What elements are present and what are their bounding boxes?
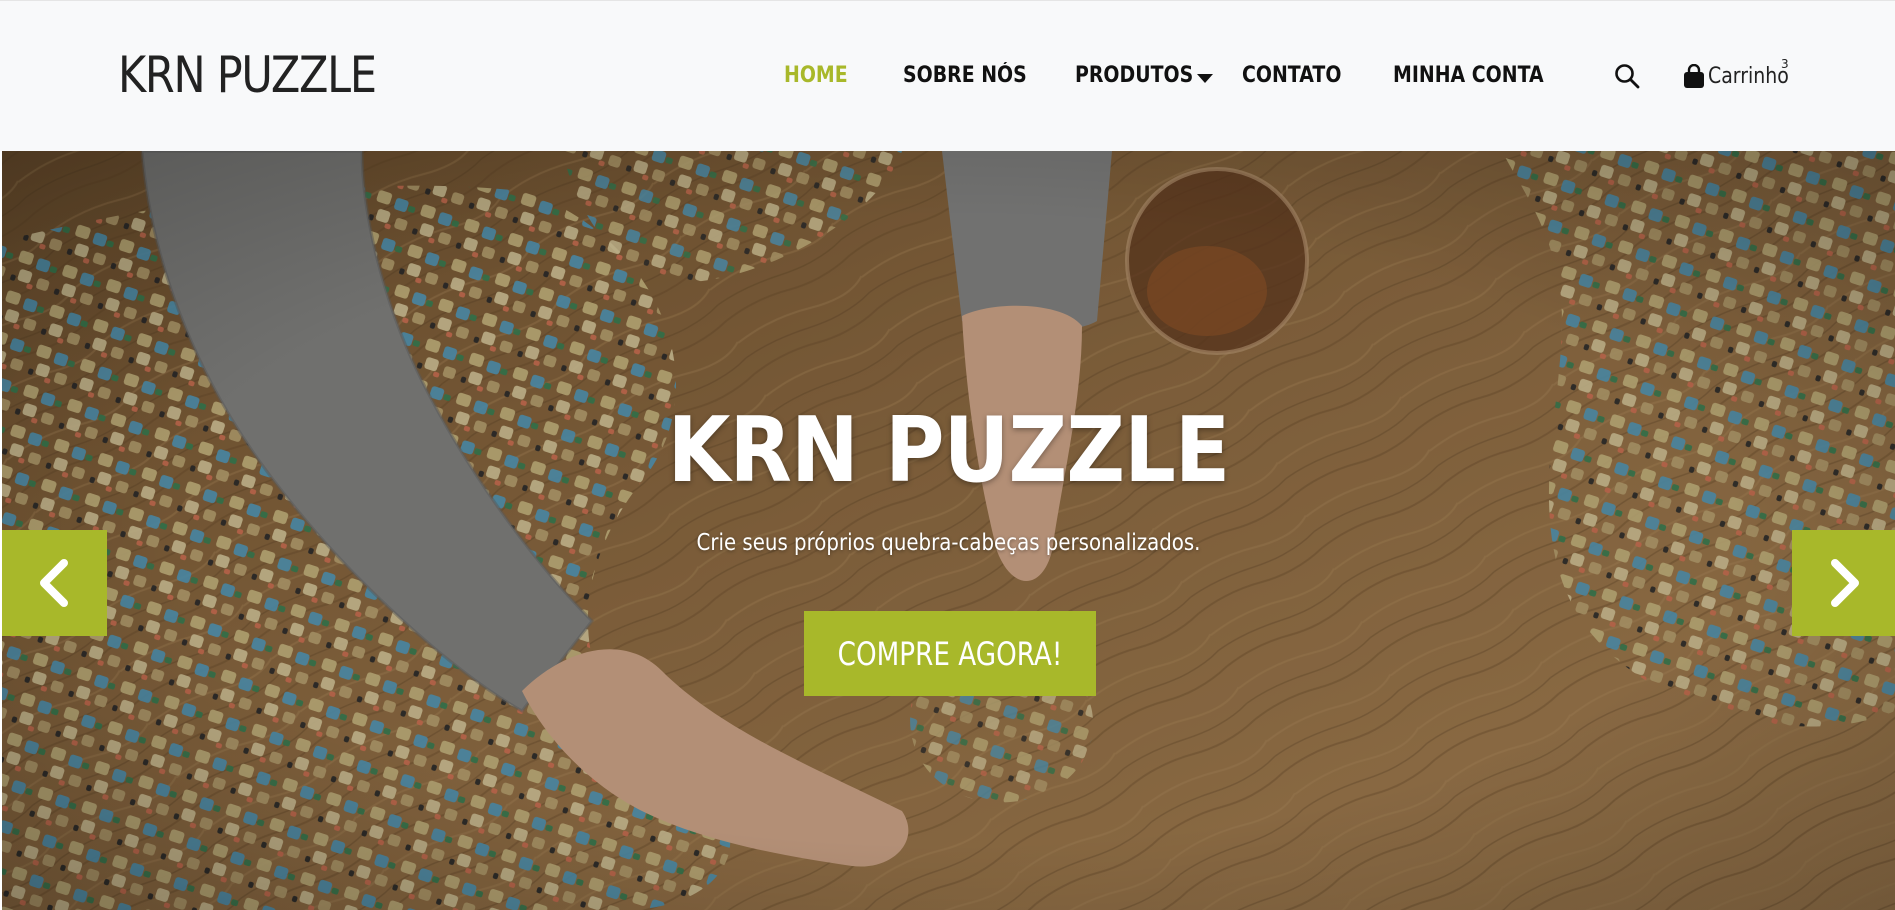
hero-slider: KRN PUZZLE Crie seus próprios quebra-cab… bbox=[2, 151, 1895, 910]
site-logo[interactable]: KRN PUZZLE bbox=[118, 46, 377, 104]
chevron-left-icon bbox=[40, 559, 68, 607]
nav-item-home[interactable]: HOME bbox=[784, 63, 848, 88]
nav-item-produtos[interactable]: PRODUTOS bbox=[1075, 63, 1193, 88]
search-icon[interactable] bbox=[1614, 63, 1640, 89]
slider-prev-button[interactable] bbox=[2, 530, 107, 636]
chevron-down-icon[interactable] bbox=[1197, 74, 1213, 83]
hero-subtitle: Crie seus próprios quebra-cabeças person… bbox=[696, 530, 1201, 556]
site-header: KRN PUZZLE HOME SOBRE NÓS PRODUTOS CONTA… bbox=[0, 0, 1895, 151]
hero-title: KRN PUZZLE bbox=[667, 398, 1231, 503]
slider-next-button[interactable] bbox=[1792, 530, 1895, 636]
cart-link[interactable]: Carrinho bbox=[1708, 64, 1789, 89]
chevron-right-icon bbox=[1831, 559, 1859, 607]
shop-now-button[interactable]: COMPRE AGORA! bbox=[804, 611, 1096, 696]
nav-item-sobre-nos[interactable]: SOBRE NÓS bbox=[903, 63, 1027, 88]
shopping-bag-icon[interactable] bbox=[1683, 64, 1705, 89]
nav-item-minha-conta[interactable]: MINHA CONTA bbox=[1393, 63, 1544, 88]
cart-count-badge: 3 bbox=[1781, 57, 1789, 71]
nav-item-contato[interactable]: CONTATO bbox=[1242, 63, 1341, 88]
shop-now-label: COMPRE AGORA! bbox=[837, 635, 1063, 673]
